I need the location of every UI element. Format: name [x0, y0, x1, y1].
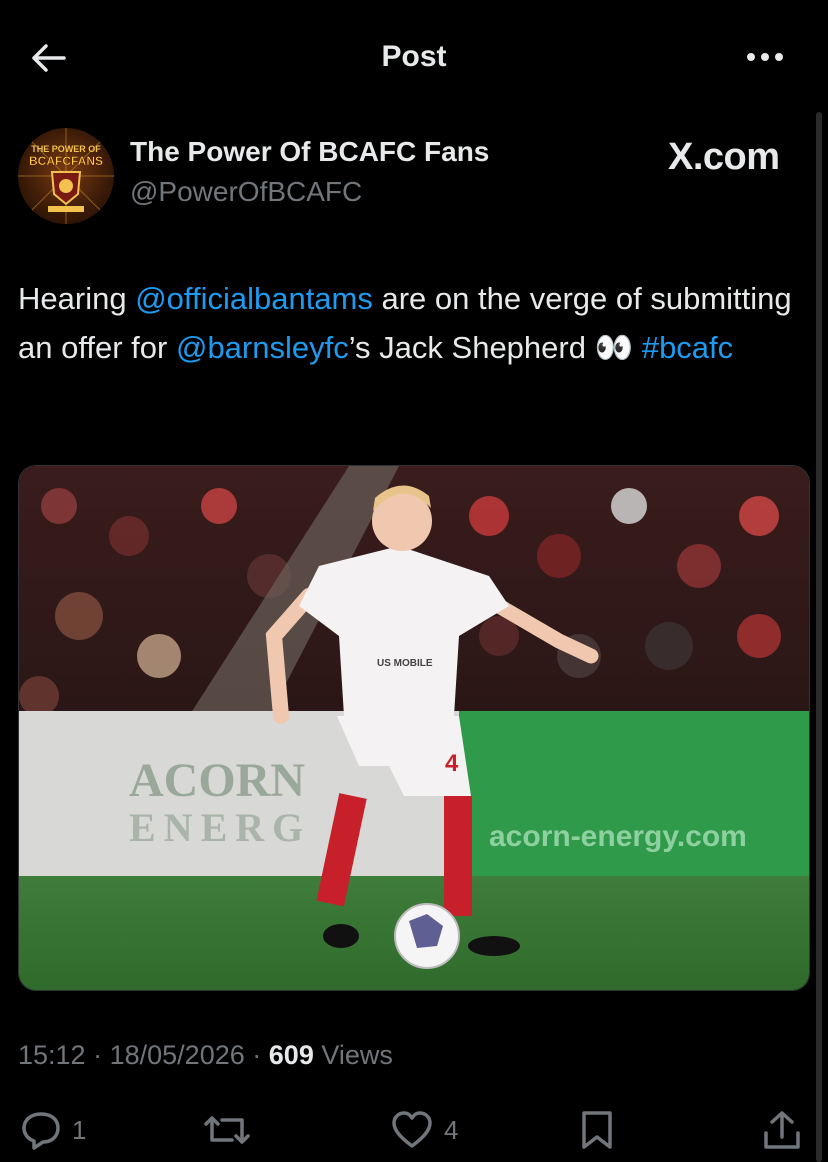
tweet-date: 18/05/2026: [109, 1040, 245, 1070]
reply-icon: [22, 1112, 60, 1150]
svg-text:BCAFCFANS: BCAFCFANS: [29, 154, 103, 168]
retweet-button[interactable]: [202, 1108, 262, 1152]
page-title: Post: [381, 40, 447, 73]
tweet-text-part: [633, 330, 642, 365]
meta-separator: ·: [252, 1040, 262, 1070]
eyes-emoji: 👀: [594, 330, 634, 365]
action-bar: 1 4: [0, 1100, 828, 1160]
top-bar: Post: [0, 0, 828, 116]
mention-link[interactable]: @officialbantams: [135, 281, 373, 316]
views-count: 609: [268, 1040, 314, 1070]
scrollbar[interactable]: [816, 112, 822, 1162]
share-button[interactable]: [760, 1108, 804, 1152]
like-count: 4: [444, 1114, 459, 1145]
mention-link[interactable]: @barnsleyfc: [176, 330, 349, 365]
x-watermark: X.com: [668, 136, 780, 178]
bookmark-button[interactable]: [578, 1108, 616, 1152]
heart-icon: [392, 1111, 432, 1148]
svg-text:THE POWER OF: THE POWER OF: [31, 144, 101, 154]
meta-separator: ·: [93, 1040, 103, 1070]
avatar[interactable]: THE POWER OF BCAFCFANS: [18, 128, 114, 224]
reply-button[interactable]: 1: [20, 1108, 86, 1152]
author-name[interactable]: The Power Of BCAFC Fans: [130, 136, 489, 168]
tweet-text: Hearing @officialbantams are on the verg…: [18, 274, 808, 372]
like-button[interactable]: 4: [390, 1108, 458, 1152]
board-text: ACORN: [129, 754, 305, 807]
tweet-media-photo[interactable]: ACORN ENERG acorn-energy.com 4 US MOBILE: [18, 465, 810, 991]
shirt-number: 4: [445, 750, 459, 777]
board-text: ENERG: [129, 805, 311, 850]
tweet-text-part: Hearing: [18, 281, 136, 316]
bookmark-icon: [582, 1111, 612, 1149]
hashtag-link[interactable]: #bcafc: [642, 330, 733, 365]
shirt-sponsor: US MOBILE: [377, 658, 433, 669]
retweet-icon: [204, 1116, 250, 1144]
board-text: acorn-energy.com: [489, 820, 747, 853]
author-handle[interactable]: @PowerOfBCAFC: [130, 176, 362, 208]
more-options-button[interactable]: [740, 40, 790, 74]
tweet-time: 15:12: [18, 1040, 86, 1070]
views-label: Views: [321, 1040, 393, 1070]
avatar-logo-icon: THE POWER OF BCAFCFANS: [18, 128, 114, 224]
tweet-meta: 15:12 · 18/05/2026 · 609 Views: [18, 1040, 393, 1071]
football-player-photo: ACORN ENERG acorn-energy.com 4 US MOBILE: [19, 466, 809, 990]
share-icon: [764, 1111, 800, 1149]
more-horizontal-icon: [747, 53, 783, 61]
tweet-text-part: ’s Jack Shepherd: [348, 330, 595, 365]
reply-count: 1: [72, 1114, 87, 1145]
